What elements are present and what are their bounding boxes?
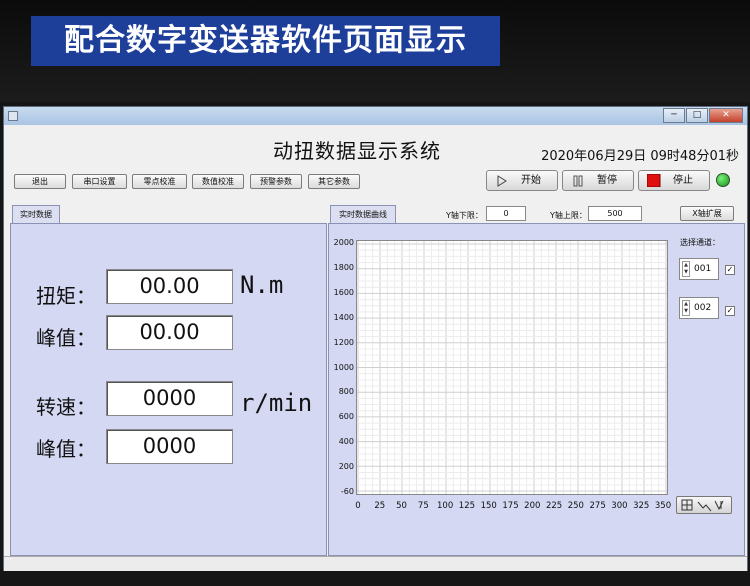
channel-value: 002 [694,303,712,313]
graph-tools-button[interactable] [676,496,732,514]
speed-unit: r/min [240,389,313,417]
x-tick-label: 275 [589,501,606,511]
y-tick-label: 800 [338,387,354,397]
window-titlebar[interactable]: ─ □ ✕ [4,107,747,125]
datetime-display: 2020年06月29日 09时48分01秒 [541,149,739,164]
y-tick-label: -60 [340,487,354,496]
y-tick-label: 1000 [333,362,354,372]
chart-plot-area[interactable] [356,240,668,495]
stop-label: 停止 [673,175,693,186]
channel-2-checkbox[interactable]: ✓ [725,306,735,316]
x-tick-label: 225 [545,501,563,511]
x-tick-label: 25 [374,501,386,511]
start-label: 开始 [521,175,541,186]
spinner-icon[interactable]: ▲ ▼ [682,300,690,316]
zero-calibration-button[interactable]: 零点校准 [132,174,187,189]
y-max-label: Y轴上限： [550,211,587,220]
x-tick-label: 300 [611,501,628,511]
torque-label: 扭矩： [36,284,96,308]
torque-unit: N.m [240,271,284,299]
x-tick-label: 125 [458,501,476,511]
exit-button[interactable]: 退出 [14,174,66,189]
app-title: 动扭数据显示系统 [273,139,441,163]
spinner-icon[interactable]: ▲ ▼ [682,261,690,277]
x-tick-label: 175 [502,501,519,511]
chart-grid [357,241,667,494]
x-tick-label: 325 [633,501,650,511]
y-tick-label: 2000 [333,238,354,247]
pause-label: 暂停 [597,175,617,186]
channel-1-checkbox[interactable]: ✓ [725,265,735,275]
promo-banner: 配合数字变送器软件页面显示 [31,16,500,66]
torque-value: 00.00 [106,269,233,304]
x-tick-label: 100 [437,501,454,511]
channel-value: 001 [694,264,712,274]
stop-icon [646,173,661,194]
y-tick-label: 600 [338,412,354,422]
y-tick-label: 1600 [333,287,354,297]
x-tick-label: 350 [654,501,672,511]
minimize-icon[interactable]: ─ [663,108,685,123]
y-tick-label: 1200 [333,337,354,347]
speed-label: 转速： [36,395,96,419]
channel-selector-1[interactable]: ▲ ▼ 001 [679,258,719,280]
stop-button[interactable]: 停止 [638,170,710,191]
window-controls: ─ □ ✕ [662,108,743,124]
alarm-params-button[interactable]: 预警参数 [250,174,302,189]
value-calibration-button[interactable]: 数值校准 [192,174,244,189]
tab-realtime-curve[interactable]: 实时数据曲线 [330,205,396,224]
x-tick-label: 200 [524,501,541,511]
x-tick-label: 250 [567,501,584,511]
y-min-input[interactable]: 0 [486,206,526,221]
y-tick-label: 1400 [333,312,354,322]
torque-peak-label: 峰值： [36,326,96,350]
play-icon [497,175,507,194]
channel-selector-2[interactable]: ▲ ▼ 002 [679,297,719,319]
x-tick-label: 150 [480,501,497,511]
maximize-icon[interactable]: □ [686,108,708,123]
other-params-button[interactable]: 其它参数 [308,174,360,189]
serial-settings-button[interactable]: 串口设置 [72,174,127,189]
x-tick-label: 50 [396,501,407,511]
start-button[interactable]: 开始 [486,170,558,191]
y-min-label: Y轴下限： [446,211,483,220]
y-tick-label: 400 [338,437,354,447]
app-icon [8,111,18,121]
x-expand-button[interactable]: X轴扩展 [680,206,734,221]
status-bar [4,556,747,571]
close-icon[interactable]: ✕ [709,108,743,123]
speed-peak-value: 0000 [106,429,233,464]
pause-button[interactable]: 暂停 [562,170,634,191]
tab-realtime-data[interactable]: 实时数据 [12,205,60,224]
footer-background [0,572,750,586]
y-tick-label: 200 [338,462,354,472]
channel-label: 选择通道： [680,238,720,247]
speed-peak-label: 峰值： [36,437,96,461]
y-tick-label: 1800 [333,262,354,272]
y-max-input[interactable]: 500 [588,206,642,221]
pause-icon [573,175,583,194]
x-tick-label: 75 [417,501,429,511]
status-led-icon [716,173,730,187]
torque-peak-value: 00.00 [106,315,233,350]
x-tick-label: 0 [355,501,361,511]
speed-value: 0000 [106,381,233,416]
